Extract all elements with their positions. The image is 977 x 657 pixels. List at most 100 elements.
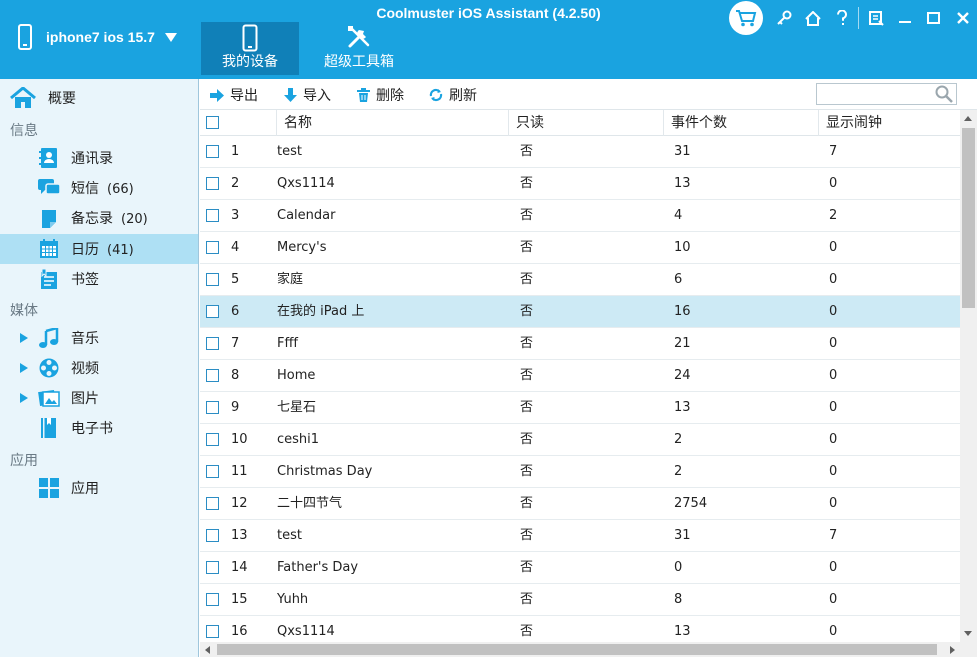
sidebar-item-contacts[interactable]: 通讯录 bbox=[0, 143, 198, 173]
cell-readonly: 否 bbox=[520, 208, 534, 223]
calendar-table: 名称 只读 事件个数 显示闹钟 1 test 否 31 7 2 Qxs1114 否 13 0 3 Ca… bbox=[200, 110, 960, 642]
row-checkbox[interactable] bbox=[206, 177, 219, 190]
column-header-name[interactable]: 名称 bbox=[276, 110, 508, 136]
arrow-right-icon bbox=[210, 88, 224, 102]
import-button[interactable]: 导入 bbox=[284, 86, 331, 104]
help-icon[interactable] bbox=[827, 3, 856, 33]
cell-readonly: 否 bbox=[520, 592, 534, 607]
refresh-button[interactable]: 刷新 bbox=[429, 86, 477, 104]
table-row[interactable]: 1 test 否 31 7 bbox=[200, 136, 960, 168]
scroll-right-icon[interactable] bbox=[950, 646, 955, 654]
cell-index: 5 bbox=[231, 272, 240, 287]
row-checkbox[interactable] bbox=[206, 497, 219, 510]
row-checkbox[interactable] bbox=[206, 465, 219, 478]
table-row[interactable]: 8 Home 否 24 0 bbox=[200, 360, 960, 392]
scroll-up-icon[interactable] bbox=[964, 116, 972, 121]
sidebar-item-ebooks[interactable]: 电子书 bbox=[0, 413, 198, 443]
table-row[interactable]: 4 Mercy's 否 10 0 bbox=[200, 232, 960, 264]
sidebar-item-label: 书签 bbox=[71, 272, 99, 288]
cell-index: 12 bbox=[231, 496, 248, 511]
table-row[interactable]: 14 Father's Day 否 0 0 bbox=[200, 552, 960, 584]
table-row[interactable]: 16 Qxs1114 否 13 0 bbox=[200, 616, 960, 642]
tab-toolbox[interactable]: 超级工具箱 bbox=[310, 22, 408, 75]
device-selector[interactable]: iphone7 ios 15.7 bbox=[18, 22, 177, 52]
row-checkbox[interactable] bbox=[206, 401, 219, 414]
feedback-icon[interactable] bbox=[861, 3, 890, 33]
sidebar-item-music[interactable]: 音乐 bbox=[0, 323, 198, 353]
expand-arrow-icon[interactable] bbox=[20, 333, 28, 343]
tab-label: 超级工具箱 bbox=[324, 54, 394, 70]
row-checkbox[interactable] bbox=[206, 529, 219, 542]
cell-readonly: 否 bbox=[520, 496, 534, 511]
row-checkbox[interactable] bbox=[206, 337, 219, 350]
search-input[interactable] bbox=[817, 84, 932, 104]
column-header-events[interactable]: 事件个数 bbox=[663, 110, 818, 136]
key-icon[interactable] bbox=[769, 3, 798, 33]
scroll-down-icon[interactable] bbox=[964, 631, 972, 636]
sidebar-item-video[interactable]: 视频 bbox=[0, 353, 198, 383]
cell-alarm: 0 bbox=[829, 336, 838, 351]
column-header-readonly[interactable]: 只读 bbox=[508, 110, 663, 136]
table-row[interactable]: 11 Christmas Day 否 2 0 bbox=[200, 456, 960, 488]
row-checkbox[interactable] bbox=[206, 145, 219, 158]
maximize-icon[interactable] bbox=[919, 3, 948, 33]
table-row[interactable]: 5 家庭 否 6 0 bbox=[200, 264, 960, 296]
scroll-thumb[interactable] bbox=[217, 644, 937, 655]
table-row[interactable]: 15 Yuhh 否 8 0 bbox=[200, 584, 960, 616]
scroll-thumb[interactable] bbox=[962, 128, 975, 308]
row-checkbox[interactable] bbox=[206, 241, 219, 254]
table-row[interactable]: 6 在我的 iPad 上 否 16 0 bbox=[200, 296, 960, 328]
cell-readonly: 否 bbox=[520, 560, 534, 575]
table-row[interactable]: 9 七星石 否 13 0 bbox=[200, 392, 960, 424]
delete-label: 删除 bbox=[376, 88, 404, 104]
tab-label: 我的设备 bbox=[222, 54, 278, 70]
column-header-alarm[interactable]: 显示闹钟 bbox=[818, 110, 960, 136]
sidebar-item-photos[interactable]: 图片 bbox=[0, 383, 198, 413]
cell-events: 6 bbox=[674, 272, 683, 287]
table-row[interactable]: 3 Calendar 否 4 2 bbox=[200, 200, 960, 232]
table-row[interactable]: 12 二十四节气 否 2754 0 bbox=[200, 488, 960, 520]
sidebar-item-calendar[interactable]: 日历 (41) bbox=[0, 234, 198, 264]
table-row[interactable]: 10 ceshi1 否 2 0 bbox=[200, 424, 960, 456]
search-icon[interactable] bbox=[935, 85, 953, 103]
close-icon[interactable] bbox=[948, 3, 977, 33]
horizontal-scrollbar[interactable] bbox=[200, 642, 960, 657]
row-checkbox[interactable] bbox=[206, 273, 219, 286]
row-checkbox[interactable] bbox=[206, 209, 219, 222]
export-button[interactable]: 导出 bbox=[210, 86, 258, 104]
row-checkbox[interactable] bbox=[206, 305, 219, 318]
expand-arrow-icon[interactable] bbox=[20, 393, 28, 403]
minimize-icon[interactable] bbox=[890, 3, 919, 33]
table-row[interactable]: 7 Ffff 否 21 0 bbox=[200, 328, 960, 360]
vertical-scrollbar[interactable] bbox=[960, 110, 977, 642]
cell-events: 2754 bbox=[674, 496, 708, 511]
sidebar-item-label: 备忘录 bbox=[71, 211, 113, 227]
device-name: iphone7 ios 15.7 bbox=[46, 29, 155, 45]
cart-icon[interactable] bbox=[729, 1, 763, 35]
row-checkbox[interactable] bbox=[206, 593, 219, 606]
tab-my-device[interactable]: 我的设备 bbox=[201, 22, 299, 75]
sidebar-item-apps[interactable]: 应用 bbox=[0, 473, 198, 503]
film-reel-icon bbox=[39, 358, 59, 378]
calendar-icon bbox=[40, 239, 58, 258]
cell-alarm: 0 bbox=[829, 432, 838, 447]
sidebar-item-bookmarks[interactable]: 书签 bbox=[0, 264, 198, 294]
cell-name: ceshi1 bbox=[277, 432, 320, 447]
cell-readonly: 否 bbox=[520, 432, 534, 447]
row-checkbox[interactable] bbox=[206, 625, 219, 638]
row-checkbox[interactable] bbox=[206, 369, 219, 382]
table-row[interactable]: 2 Qxs1114 否 13 0 bbox=[200, 168, 960, 200]
table-row[interactable]: 13 test 否 31 7 bbox=[200, 520, 960, 552]
cell-alarm: 0 bbox=[829, 176, 838, 191]
row-checkbox[interactable] bbox=[206, 433, 219, 446]
scroll-left-icon[interactable] bbox=[205, 646, 210, 654]
select-all-checkbox[interactable] bbox=[206, 116, 219, 129]
expand-arrow-icon[interactable] bbox=[20, 363, 28, 373]
delete-button[interactable]: 删除 bbox=[357, 86, 404, 104]
sidebar-item-overview[interactable]: 概要 bbox=[0, 83, 198, 113]
row-checkbox[interactable] bbox=[206, 561, 219, 574]
home-icon[interactable] bbox=[798, 3, 827, 33]
cell-index: 9 bbox=[231, 400, 240, 415]
sidebar-item-notes[interactable]: 备忘录 (20) bbox=[0, 203, 198, 233]
sidebar-item-sms[interactable]: 短信 (66) bbox=[0, 173, 198, 203]
